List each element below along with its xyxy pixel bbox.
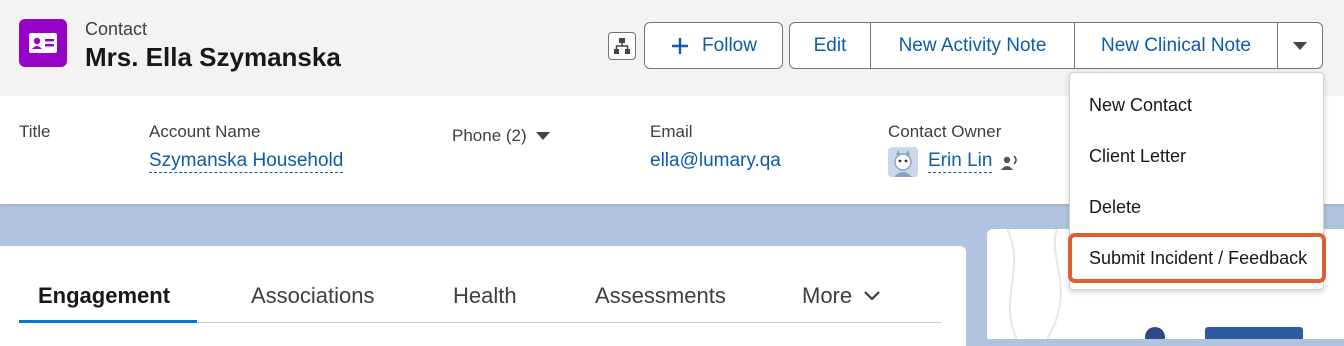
phone-label: Phone (2) [452,126,527,145]
object-type-label: Contact [85,19,148,39]
email-label: Email [650,122,693,141]
menu-item-new-contact[interactable]: New Contact [1089,95,1192,116]
avatar [888,147,918,177]
phone-dropdown[interactable]: Phone (2) [452,126,551,146]
account-name-label: Account Name [149,122,261,141]
menu-item-highlight [1068,233,1326,283]
email-link[interactable]: ella@lumary.qa [650,150,781,172]
new-activity-note-button[interactable]: New Activity Note [870,22,1075,69]
follow-button[interactable]: Follow [644,22,783,69]
record-title: Mrs. Ella Szymanska [85,42,341,72]
new-clinical-note-label: New Clinical Note [1101,34,1251,56]
tab-engagement[interactable]: Engagement [38,283,170,309]
new-activity-note-label: New Activity Note [898,34,1047,56]
plus-icon [672,37,689,54]
edit-label: Edit [813,34,847,56]
tab-health[interactable]: Health [453,283,517,309]
hierarchy-button[interactable] [608,32,636,60]
account-name-link[interactable]: Szymanska Household [149,150,344,173]
active-tab-indicator [19,320,197,323]
follow-label: Follow [702,34,757,56]
contact-card-icon [19,19,67,67]
chevron-down-icon [864,291,880,301]
change-owner-icon[interactable] [999,154,1019,177]
new-clinical-note-button[interactable]: New Clinical Note [1074,22,1278,69]
chevron-down-icon [535,132,550,140]
contact-owner-link[interactable]: Erin Lin [928,150,993,173]
tab-more[interactable]: More [802,283,880,309]
tab-assessments[interactable]: Assessments [595,283,726,309]
menu-item-client-letter[interactable]: Client Letter [1089,146,1186,167]
chevron-down-icon [1293,41,1307,50]
menu-item-delete[interactable]: Delete [1089,197,1141,218]
more-actions-button[interactable] [1277,22,1323,69]
title-field-label: Title [19,122,51,141]
hierarchy-icon [614,38,630,54]
tab-more-label: More [802,283,853,308]
tab-associations[interactable]: Associations [251,283,375,309]
contact-owner-label: Contact Owner [888,122,1002,141]
edit-button[interactable]: Edit [789,22,871,69]
